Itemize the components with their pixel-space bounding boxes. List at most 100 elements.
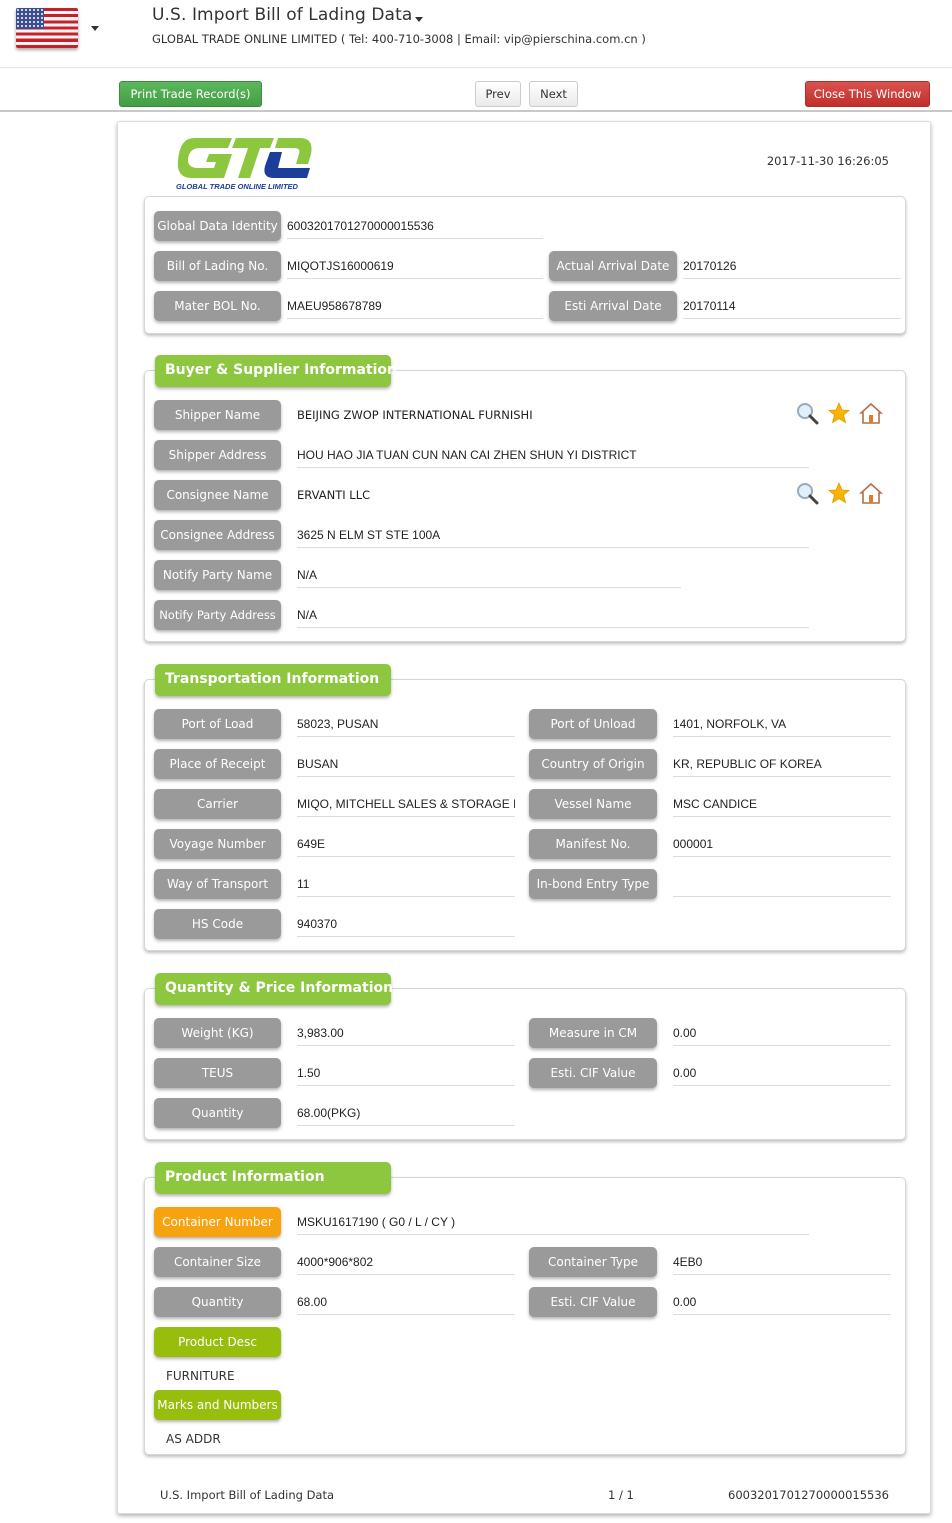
port-of-load-value: 58023, PUSAN <box>297 715 515 737</box>
place-of-receipt-label: Place of Receipt <box>154 749 281 779</box>
buyer-supplier-panel: Buyer & Supplier Information Shipper Nam… <box>144 355 906 642</box>
bill-of-lading-value: MIQOTJS16000619 <box>287 257 543 279</box>
svg-text:GLOBAL TRADE ONLINE LIMITED: GLOBAL TRADE ONLINE LIMITED <box>176 182 299 191</box>
hs-code-value: 940370 <box>297 915 515 937</box>
home-icon[interactable] <box>858 481 884 505</box>
marks-numbers-label: Marks and Numbers <box>154 1390 281 1420</box>
product-desc-value: FURNITURE <box>166 1369 235 1383</box>
actual-arrival-date-label: Actual Arrival Date <box>549 251 677 281</box>
weight-label: Weight (KG) <box>154 1018 281 1048</box>
close-window-button[interactable]: Close This Window <box>805 81 930 107</box>
product-esti-cif-value: 0.00 <box>673 1293 891 1315</box>
measure-label: Measure in CM <box>529 1018 657 1048</box>
consignee-actions <box>795 481 884 505</box>
global-data-identity-label: Global Data Identity <box>154 211 281 241</box>
container-size-value: 4000*906*802 <box>297 1253 515 1275</box>
weight-value: 3,983.00 <box>297 1024 515 1046</box>
measure-value: 0.00 <box>673 1024 891 1046</box>
container-number-label: Container Number <box>154 1207 281 1237</box>
us-flag-icon[interactable] <box>16 8 78 48</box>
summary-panel: Global Data Identity 6003201701270000015… <box>144 196 906 334</box>
consignee-name-label: Consignee Name <box>154 480 281 510</box>
prev-button[interactable]: Prev <box>475 81 521 107</box>
esti-arrival-date-label: Esti Arrival Date <box>549 291 677 321</box>
teus-value: 1.50 <box>297 1064 515 1086</box>
country-dropdown-caret-icon[interactable] <box>91 26 99 31</box>
notify-party-address-label: Notify Party Address <box>154 600 281 630</box>
home-icon[interactable] <box>858 401 884 425</box>
quantity-value: 68.00(PKG) <box>297 1104 515 1126</box>
company-contact: GLOBAL TRADE ONLINE LIMITED ( Tel: 400-7… <box>152 32 646 46</box>
master-bol-value: MAEU958678789 <box>287 297 543 319</box>
gto-logo: GLOBAL TRADE ONLINE LIMITED <box>176 138 312 191</box>
esti-cif-label: Esti. CIF Value <box>529 1058 657 1088</box>
shipper-address-value: HOU HAO JIA TUAN CUN NAN CAI ZHEN SHUN Y… <box>297 446 809 468</box>
shipper-name-label: Shipper Name <box>154 400 281 430</box>
voyage-number-value: 649E <box>297 835 515 857</box>
page-title: U.S. Import Bill of Lading Data <box>152 5 413 25</box>
esti-cif-value: 0.00 <box>673 1064 891 1086</box>
search-icon[interactable] <box>795 481 819 505</box>
port-of-unload-label: Port of Unload <box>529 709 657 739</box>
notify-party-name-value: N/A <box>297 566 681 588</box>
print-timestamp: 2017-11-30 16:26:05 <box>766 154 889 168</box>
shipper-name-value: BEIJING ZWOP INTERNATIONAL FURNISHI <box>297 408 533 422</box>
search-icon[interactable] <box>795 401 819 425</box>
record-document: GLOBAL TRADE ONLINE LIMITED 2017-11-30 1… <box>117 121 931 1514</box>
hs-code-label: HS Code <box>154 909 281 939</box>
port-of-load-label: Port of Load <box>154 709 281 739</box>
port-of-unload-value: 1401, NORFOLK, VA <box>673 715 891 737</box>
buyer-supplier-section-title: Buyer & Supplier Information <box>155 355 397 387</box>
product-desc-label: Product Desc <box>154 1327 281 1357</box>
global-data-identity-value: 6003201701270000015536 <box>287 217 543 239</box>
page-indicator: 1 / 1 <box>608 1488 634 1502</box>
inbond-entry-type-label: In-bond Entry Type <box>529 869 657 899</box>
place-of-receipt-value: BUSAN <box>297 755 515 777</box>
product-section-title: Product Information <box>155 1162 391 1194</box>
container-size-label: Container Size <box>154 1247 281 1277</box>
container-type-label: Container Type <box>529 1247 657 1277</box>
master-bol-label: Mater BOL No. <box>154 291 281 321</box>
footer-title: U.S. Import Bill of Lading Data <box>160 1488 335 1502</box>
esti-arrival-date-value: 20170114 <box>683 297 901 319</box>
star-icon[interactable] <box>827 401 851 425</box>
product-quantity-label: Quantity <box>154 1287 281 1317</box>
teus-label: TEUS <box>154 1058 281 1088</box>
bill-of-lading-label: Bill of Lading No. <box>154 251 281 281</box>
quantity-price-panel: Quantity & Price Information Weight (KG)… <box>144 973 906 1140</box>
vessel-name-label: Vessel Name <box>529 789 657 819</box>
footer-record-id: 6003201701270000015536 <box>728 1488 889 1502</box>
transportation-panel: Transportation Information Port of Load … <box>144 664 906 951</box>
quantity-label: Quantity <box>154 1098 281 1128</box>
star-icon[interactable] <box>827 481 851 505</box>
vessel-name-value: MSC CANDICE <box>673 795 891 817</box>
notify-party-address-value: N/A <box>297 606 809 628</box>
consignee-address-value: 3625 N ELM ST STE 100A <box>297 526 809 548</box>
notify-party-name-label: Notify Party Name <box>154 560 281 590</box>
country-of-origin-value: KR, REPUBLIC OF KOREA <box>673 755 891 777</box>
inbond-entry-type-value <box>673 875 891 897</box>
shipper-actions <box>795 401 884 425</box>
carrier-value: MIQO, MITCHELL SALES & STORAGE IN <box>297 795 515 817</box>
consignee-name-value: ERVANTI LLC <box>297 488 371 502</box>
container-number-value: MSKU1617190 ( G0 / L / CY ) <box>297 1213 809 1235</box>
consignee-address-label: Consignee Address <box>154 520 281 550</box>
product-quantity-value: 68.00 <box>297 1293 515 1315</box>
toolbar: Print Trade Record(s) Prev Next Close Th… <box>0 69 952 112</box>
voyage-number-label: Voyage Number <box>154 829 281 859</box>
transportation-section-title: Transportation Information <box>155 664 391 696</box>
carrier-label: Carrier <box>154 789 281 819</box>
header: U.S. Import Bill of Lading Data GLOBAL T… <box>0 0 952 68</box>
print-trade-records-button[interactable]: Print Trade Record(s) <box>119 81 262 107</box>
way-of-transport-value: 11 <box>297 875 515 897</box>
manifest-no-label: Manifest No. <box>529 829 657 859</box>
product-panel: Product Information Container Number MSK… <box>144 1162 906 1455</box>
title-dropdown-caret-icon[interactable] <box>415 17 423 22</box>
country-of-origin-label: Country of Origin <box>529 749 657 779</box>
quantity-price-section-title: Quantity & Price Information <box>155 973 393 1005</box>
shipper-address-label: Shipper Address <box>154 440 281 470</box>
way-of-transport-label: Way of Transport <box>154 869 281 899</box>
product-esti-cif-label: Esti. CIF Value <box>529 1287 657 1317</box>
next-button[interactable]: Next <box>529 81 578 107</box>
manifest-no-value: 000001 <box>673 835 891 857</box>
